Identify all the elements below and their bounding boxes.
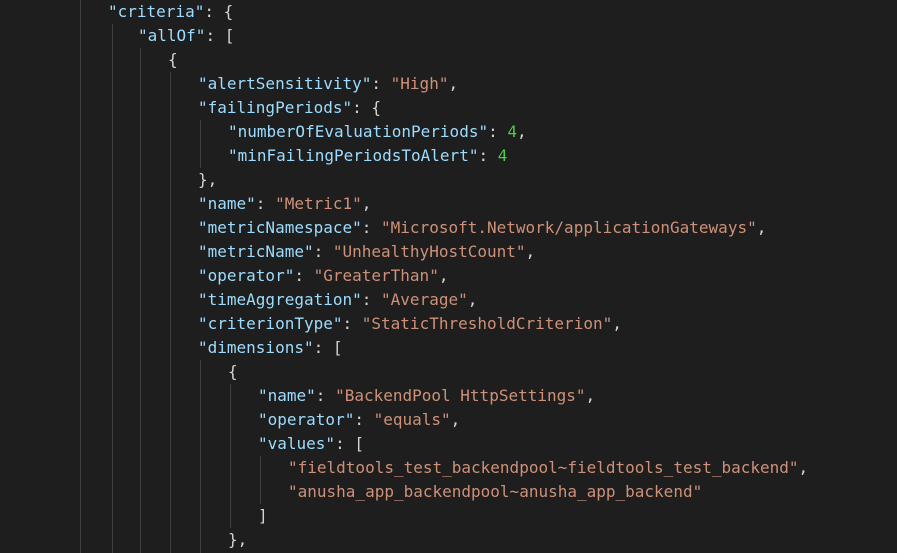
json-punctuation: ] bbox=[258, 506, 268, 525]
json-string: "BackendPool HttpSettings" bbox=[335, 386, 586, 405]
code-line: "metricNamespace": "Microsoft.Network/ap… bbox=[198, 216, 766, 240]
json-string: "Metric1" bbox=[275, 194, 362, 213]
indent-guide-line bbox=[112, 24, 113, 553]
code-line: "numberOfEvaluationPeriods": 4, bbox=[228, 120, 527, 144]
code-line: }, bbox=[228, 528, 247, 552]
json-punctuation: : { bbox=[204, 2, 234, 21]
json-punctuation: : bbox=[354, 410, 374, 429]
json-string: "StaticThresholdCriterion" bbox=[361, 314, 613, 333]
code-editor[interactable]: "criteria": {"allOf": [{"alertSensitivit… bbox=[0, 0, 897, 553]
json-string: "Microsoft.Network/applicationGateways" bbox=[381, 218, 757, 237]
code-line: "values": [ bbox=[258, 432, 364, 456]
json-punctuation: : bbox=[255, 194, 276, 213]
json-punctuation: , bbox=[525, 242, 536, 261]
json-punctuation: : bbox=[361, 290, 382, 309]
json-string: "UnhealthyHostCount" bbox=[332, 242, 526, 261]
json-punctuation: : bbox=[478, 146, 498, 165]
json-punctuation: , bbox=[612, 314, 622, 333]
json-key: "dimensions" bbox=[198, 338, 314, 357]
json-key: "operator" bbox=[198, 266, 295, 285]
code-line: { bbox=[228, 360, 238, 384]
code-line: "alertSensitivity": "High", bbox=[198, 72, 458, 96]
json-punctuation: , bbox=[438, 266, 449, 285]
code-line: "operator": "equals", bbox=[258, 408, 460, 432]
code-line: { bbox=[168, 48, 178, 72]
json-string: "fieldtools_test_backendpool~fieldtools_… bbox=[288, 458, 799, 477]
json-punctuation: : [ bbox=[205, 26, 235, 45]
indent-guide-line bbox=[260, 456, 261, 504]
json-punctuation: , bbox=[756, 218, 767, 237]
json-punctuation: , bbox=[798, 458, 809, 477]
code-line: "metricName": "UnhealthyHostCount", bbox=[198, 240, 535, 264]
json-key: "operator" bbox=[258, 410, 355, 429]
code-line: "fieldtools_test_backendpool~fieldtools_… bbox=[288, 456, 808, 480]
json-key: "metricNamespace" bbox=[198, 218, 362, 237]
json-string: "GreaterThan" bbox=[313, 266, 439, 285]
json-string: "equals" bbox=[373, 410, 451, 429]
json-punctuation: }, bbox=[228, 530, 248, 549]
code-line: "criteria": { bbox=[108, 0, 233, 24]
json-string: "High" bbox=[390, 74, 449, 93]
code-line: "name": "BackendPool HttpSettings", bbox=[258, 384, 595, 408]
json-string: "Average" bbox=[381, 290, 468, 309]
json-punctuation: , bbox=[467, 290, 478, 309]
json-key: "criterionType" bbox=[198, 314, 343, 333]
json-number: 4 bbox=[507, 122, 517, 141]
json-key: "numberOfEvaluationPeriods" bbox=[228, 122, 489, 141]
json-key: "criteria" bbox=[108, 2, 205, 21]
indent-guide-line bbox=[230, 384, 231, 528]
json-key: "values" bbox=[258, 434, 336, 453]
code-line: "criterionType": "StaticThresholdCriteri… bbox=[198, 312, 622, 336]
json-punctuation: , bbox=[517, 122, 527, 141]
code-line: "failingPeriods": { bbox=[198, 96, 381, 120]
json-string: "anusha_app_backendpool~anusha_app_backe… bbox=[288, 482, 703, 501]
code-line: "timeAggregation": "Average", bbox=[198, 288, 477, 312]
code-line: }, bbox=[198, 168, 217, 192]
json-key: "timeAggregation" bbox=[198, 290, 362, 309]
json-punctuation: , bbox=[585, 386, 596, 405]
indent-guide-line bbox=[80, 0, 81, 553]
json-punctuation: : [ bbox=[313, 338, 343, 357]
code-line: "minFailingPeriodsToAlert": 4 bbox=[228, 144, 507, 168]
json-punctuation: : bbox=[342, 314, 362, 333]
json-key: "alertSensitivity" bbox=[198, 74, 372, 93]
code-line: "dimensions": [ bbox=[198, 336, 343, 360]
json-key: "metricName" bbox=[198, 242, 314, 261]
json-key: "name" bbox=[258, 386, 316, 405]
code-line: "operator": "GreaterThan", bbox=[198, 264, 448, 288]
indent-guide-line bbox=[170, 72, 171, 553]
json-punctuation: : bbox=[315, 386, 336, 405]
json-punctuation: , bbox=[450, 410, 461, 429]
json-number: 4 bbox=[497, 146, 508, 165]
json-punctuation: }, bbox=[198, 170, 218, 189]
code-line: ] bbox=[258, 504, 268, 528]
json-punctuation: : bbox=[294, 266, 314, 285]
json-punctuation: { bbox=[228, 362, 238, 381]
json-punctuation: { bbox=[168, 50, 178, 69]
json-punctuation: : bbox=[488, 122, 508, 141]
code-line: "name": "Metric1", bbox=[198, 192, 371, 216]
json-punctuation: , bbox=[361, 194, 372, 213]
code-line: "anusha_app_backendpool~anusha_app_backe… bbox=[288, 480, 702, 504]
json-key: "failingPeriods" bbox=[198, 98, 353, 117]
json-punctuation: : bbox=[371, 74, 391, 93]
json-punctuation: : { bbox=[352, 98, 382, 117]
json-punctuation: : bbox=[313, 242, 333, 261]
json-punctuation: : [ bbox=[335, 434, 364, 453]
code-line: "allOf": [ bbox=[138, 24, 234, 48]
json-key: "minFailingPeriodsToAlert" bbox=[228, 146, 479, 165]
json-key: "name" bbox=[198, 194, 256, 213]
indent-guide-line bbox=[200, 360, 201, 553]
json-punctuation: , bbox=[448, 74, 459, 93]
json-punctuation: : bbox=[361, 218, 382, 237]
indent-guide-line bbox=[200, 120, 201, 168]
json-key: "allOf" bbox=[138, 26, 206, 45]
indent-guide-line bbox=[140, 48, 141, 553]
